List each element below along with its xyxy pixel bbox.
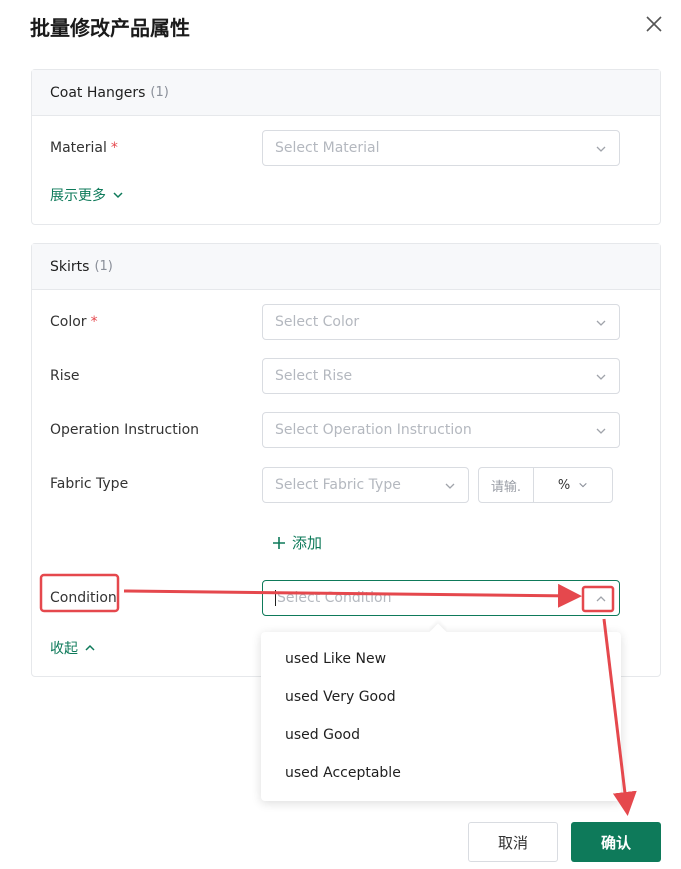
condition-placeholder: Select Condition <box>277 590 392 606</box>
rise-select[interactable]: Select Rise <box>262 358 620 394</box>
section-name: Skirts <box>50 258 90 275</box>
material-placeholder: Select Material <box>275 140 380 156</box>
condition-select[interactable]: Select Condition <box>262 580 620 616</box>
required-mark: * <box>90 314 98 330</box>
confirm-button[interactable]: 确认 <box>571 822 661 862</box>
plus-icon <box>273 536 285 549</box>
required-mark: * <box>110 140 118 156</box>
unit-label: % <box>557 477 571 493</box>
cancel-button[interactable]: 取消 <box>468 822 558 862</box>
fabric-percent-input[interactable]: 请输. <box>479 468 534 502</box>
chevron-down-icon <box>445 483 455 489</box>
section-header: Skirts (1) <box>32 244 660 290</box>
fabric-placeholder: Select Fabric Type <box>275 477 401 493</box>
fabric-select[interactable]: Select Fabric Type <box>262 467 469 503</box>
chevron-down-icon <box>579 482 587 488</box>
chevron-down-icon <box>596 146 606 152</box>
chevron-up-icon <box>85 644 95 651</box>
section-coat-hangers: Coat Hangers (1) Material * Select Materi… <box>31 69 661 225</box>
operation-select[interactable]: Select Operation Instruction <box>262 412 620 448</box>
rise-placeholder: Select Rise <box>275 368 353 384</box>
chevron-down-icon <box>596 374 606 380</box>
operation-placeholder: Select Operation Instruction <box>275 422 472 438</box>
modal-title: 批量修改产品属性 <box>30 16 190 40</box>
chevron-down-icon <box>596 428 606 434</box>
fabric-percent-group: 请输. % <box>478 467 613 503</box>
operation-label: Operation Instruction <box>50 422 200 438</box>
dropdown-option[interactable]: used Very Good <box>261 678 621 716</box>
collapse-link[interactable]: 收起 <box>50 638 96 658</box>
show-more-link[interactable]: 展示更多 <box>50 185 124 205</box>
section-count: (1) <box>94 259 113 274</box>
dropdown-option[interactable]: used Good <box>261 716 621 754</box>
dropdown-option[interactable]: used Acceptable <box>261 754 621 792</box>
condition-dropdown: used Like New used Very Good used Good u… <box>261 623 621 801</box>
chevron-up-icon <box>596 596 606 602</box>
material-label: Material * <box>50 140 118 156</box>
chevron-down-icon <box>596 320 606 326</box>
color-placeholder: Select Color <box>275 314 360 330</box>
fabric-label: Fabric Type <box>50 476 129 492</box>
material-select[interactable]: Select Material <box>262 130 620 166</box>
chevron-down-icon <box>113 192 123 199</box>
section-skirts: Skirts (1) Color * Select Color Rise Sele… <box>31 243 661 677</box>
add-button[interactable]: 添加 <box>272 532 322 553</box>
text-cursor <box>275 590 276 606</box>
section-count: (1) <box>150 85 169 100</box>
section-header: Coat Hangers (1) <box>32 70 660 116</box>
dropdown-option[interactable]: used Like New <box>261 640 621 678</box>
color-select[interactable]: Select Color <box>262 304 620 340</box>
condition-label: Condition <box>50 590 117 606</box>
close-icon[interactable] <box>642 12 666 36</box>
rise-label: Rise <box>50 368 80 384</box>
section-name: Coat Hangers <box>50 84 146 101</box>
fabric-unit-select[interactable]: % <box>534 468 612 502</box>
color-label: Color * <box>50 314 98 330</box>
